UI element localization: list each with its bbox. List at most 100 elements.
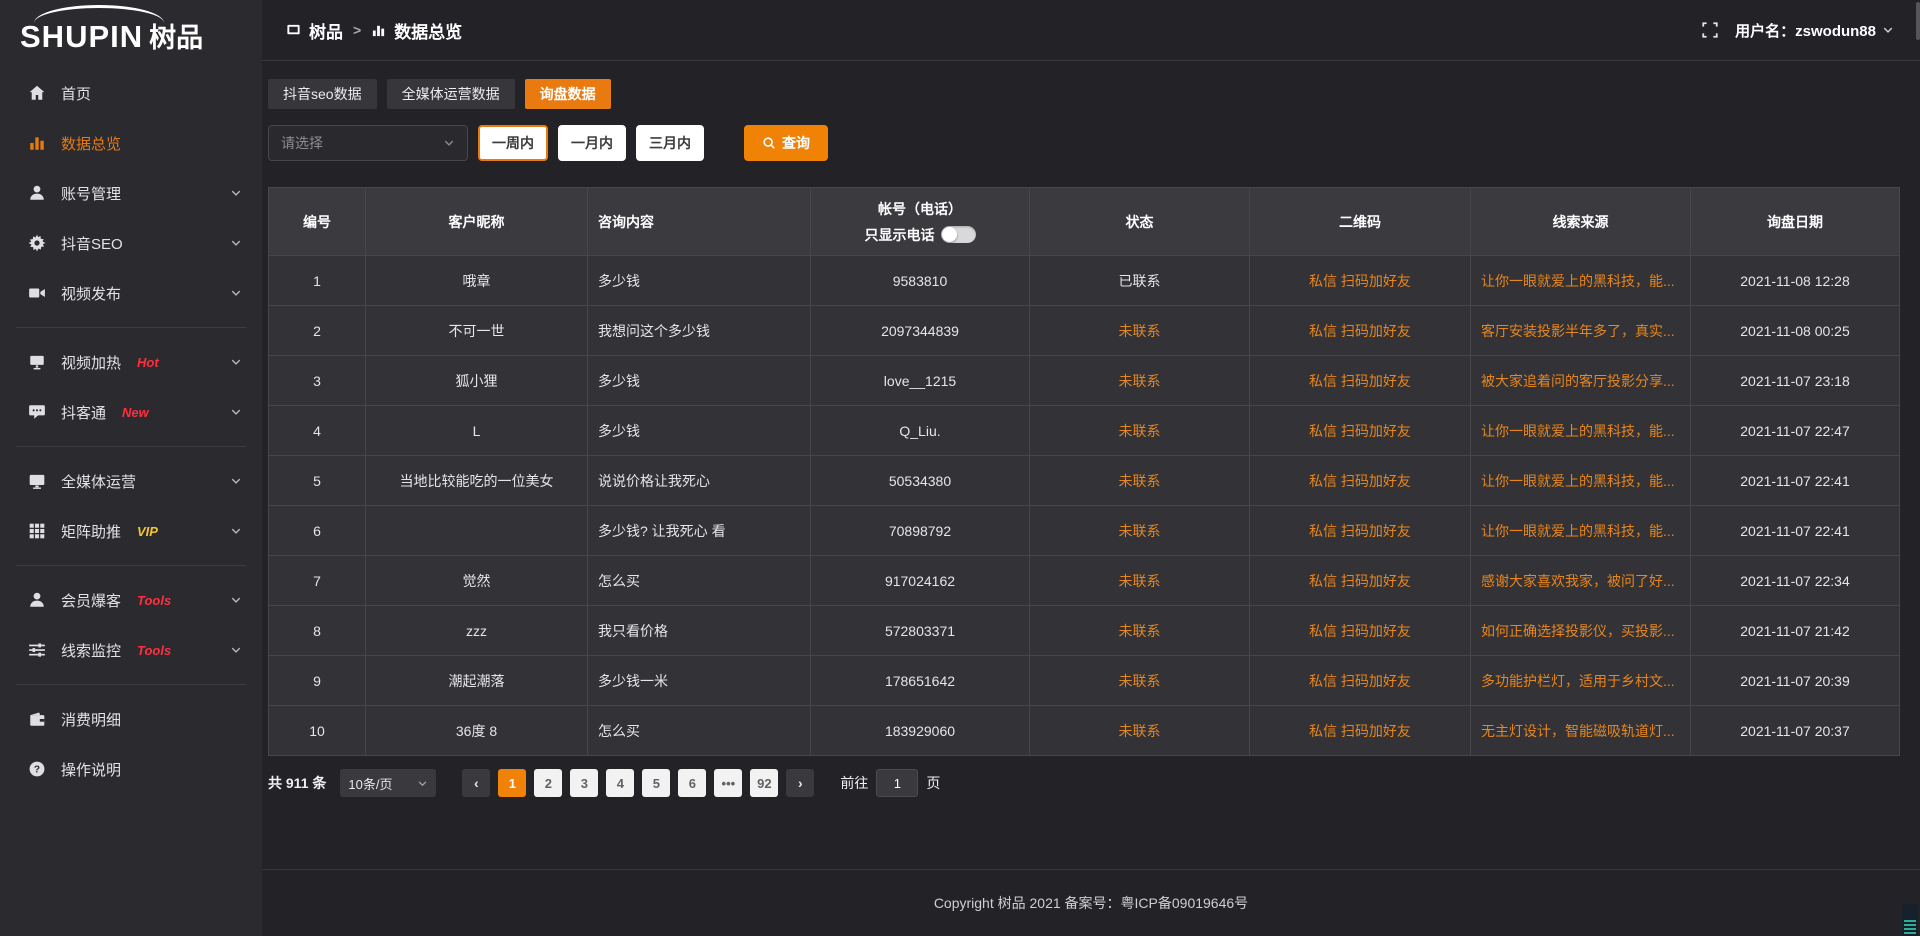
table-row: 6多少钱? 让我死心 看70898792未联系私信 扫码加好友让你一眼就爱上的黑…: [269, 506, 1900, 556]
cell-qrcode-links[interactable]: 私信 扫码加好友: [1250, 556, 1471, 606]
svg-text:?: ?: [34, 765, 40, 776]
cell-source-link[interactable]: 如何正确选择投影仪，买投影...: [1471, 606, 1691, 656]
cell-qrcode-links[interactable]: 私信 扫码加好友: [1250, 306, 1471, 356]
cell-qrcode-links[interactable]: 私信 扫码加好友: [1250, 606, 1471, 656]
cell-account: 2097344839: [811, 306, 1030, 356]
sidebar-item-矩阵助推[interactable]: 矩阵助推VIP: [0, 506, 262, 556]
chevron-down-icon: [417, 778, 428, 789]
cell-id: 3: [269, 356, 366, 406]
range-button-一周内[interactable]: 一周内: [478, 125, 548, 161]
logo-arc-decoration: [34, 5, 164, 23]
filter-select[interactable]: 请选择: [268, 125, 468, 161]
cell-qrcode-links[interactable]: 私信 扫码加好友: [1250, 456, 1471, 506]
sidebar-item-线索监控[interactable]: 线索监控Tools: [0, 625, 262, 675]
chevron-down-icon: [230, 475, 242, 487]
cell-source-link[interactable]: 被大家追着问的客厅投影分享...: [1471, 356, 1691, 406]
cell-qrcode-links[interactable]: 私信 扫码加好友: [1250, 706, 1471, 756]
sidebar-item-label: 消费明细: [61, 709, 121, 730]
sidebar-badge: Tools: [137, 593, 171, 608]
cell-date: 2021-11-07 20:37: [1691, 706, 1900, 756]
page-button-3[interactable]: 3: [570, 769, 598, 797]
scrollbar-thumb[interactable]: [1916, 2, 1920, 40]
page-button-92[interactable]: 92: [750, 769, 778, 797]
sidebar-item-全媒体运营[interactable]: 全媒体运营: [0, 456, 262, 506]
sidebar-item-会员爆客[interactable]: 会员爆客 Tools: [0, 575, 262, 625]
cell-content: 多少钱一米: [588, 656, 811, 706]
search-button[interactable]: 查询: [744, 125, 828, 161]
page-ellipsis-button[interactable]: •••: [714, 769, 742, 797]
chevron-down-icon: [230, 644, 242, 656]
page-button-5[interactable]: 5: [642, 769, 670, 797]
col-header-source: 线索来源: [1471, 188, 1691, 256]
search-button-label: 查询: [782, 133, 810, 153]
cell-status: 未联系: [1030, 406, 1250, 456]
page-button-2[interactable]: 2: [534, 769, 562, 797]
sidebar-item-label: 抖客通: [61, 402, 106, 423]
cell-qrcode-links[interactable]: 私信 扫码加好友: [1250, 656, 1471, 706]
breadcrumb-item-home[interactable]: 树品: [309, 18, 343, 43]
sidebar-badge: New: [122, 405, 149, 420]
sidebar-item-首页[interactable]: 首页: [0, 68, 262, 118]
chevron-down-icon: [230, 356, 242, 368]
phone-only-label: 只显示电话: [865, 225, 935, 245]
cell-source-link[interactable]: 让你一眼就爱上的黑科技，能...: [1471, 506, 1691, 556]
floating-widget[interactable]: [1902, 904, 1918, 936]
cell-source-link[interactable]: 多功能护栏灯，适用于乡村文...: [1471, 656, 1691, 706]
sidebar-item-数据总览[interactable]: 数据总览: [0, 118, 262, 168]
cell-source-link[interactable]: 让你一眼就爱上的黑科技，能...: [1471, 406, 1691, 456]
table-body: 1哦章多少钱9583810已联系私信 扫码加好友让你一眼就爱上的黑科技，能...…: [269, 256, 1900, 756]
copyright-text: Copyright 树品 2021 备案号：粤ICP备09019646号: [934, 893, 1248, 913]
tab-抖音seo数据[interactable]: 抖音seo数据: [268, 79, 377, 109]
user-menu[interactable]: 用户名：zswodun88: [1735, 20, 1894, 41]
tab-询盘数据[interactable]: 询盘数据: [525, 79, 611, 109]
cell-account: 572803371: [811, 606, 1030, 656]
cell-date: 2021-11-07 23:18: [1691, 356, 1900, 406]
cell-qrcode-links[interactable]: 私信 扫码加好友: [1250, 406, 1471, 456]
cell-source-link[interactable]: 让你一眼就爱上的黑科技，能...: [1471, 456, 1691, 506]
page-size-select[interactable]: 10条/页: [340, 769, 436, 797]
cell-content: 怎么买: [588, 556, 811, 606]
cell-source-link[interactable]: 无主灯设计，智能磁吸轨道灯...: [1471, 706, 1691, 756]
cell-qrcode-links[interactable]: 私信 扫码加好友: [1250, 256, 1471, 306]
goto-page-input[interactable]: [876, 769, 918, 797]
sidebar-item-抖客通[interactable]: 抖客通 New: [0, 387, 262, 437]
sidebar-item-账号管理[interactable]: 账号管理: [0, 168, 262, 218]
chat-icon: [28, 403, 46, 421]
cell-source-link[interactable]: 客厅安装投影半年多了，真实...: [1471, 306, 1691, 356]
range-button-一月内[interactable]: 一月内: [558, 125, 626, 161]
cell-id: 10: [269, 706, 366, 756]
cell-date: 2021-11-08 00:25: [1691, 306, 1900, 356]
prev-page-button[interactable]: ‹: [462, 769, 490, 797]
sidebar-item-视频发布[interactable]: 视频发布: [0, 268, 262, 318]
question-icon: ?: [28, 760, 46, 778]
next-page-button[interactable]: ›: [786, 769, 814, 797]
sidebar-item-label: 视频发布: [61, 283, 121, 304]
cell-content: 说说价格让我死心: [588, 456, 811, 506]
col-header-id: 编号: [269, 188, 366, 256]
phone-only-toggle[interactable]: [941, 226, 976, 243]
screen-icon: [28, 353, 46, 371]
cell-id: 1: [269, 256, 366, 306]
cell-qrcode-links[interactable]: 私信 扫码加好友: [1250, 356, 1471, 406]
cell-source-link[interactable]: 让你一眼就爱上的黑科技，能...: [1471, 256, 1691, 306]
cell-id: 2: [269, 306, 366, 356]
sidebar-item-消费明细[interactable]: 消费明细: [0, 694, 262, 744]
page-button-1[interactable]: 1: [498, 769, 526, 797]
sidebar-item-抖音SEO[interactable]: 抖音SEO: [0, 218, 262, 268]
cell-id: 4: [269, 406, 366, 456]
wallet-icon: [28, 710, 46, 728]
tab-全媒体运营数据[interactable]: 全媒体运营数据: [387, 79, 515, 109]
sidebar-item-label: 会员爆客: [61, 590, 121, 611]
search-icon: [762, 136, 776, 150]
sidebar-item-操作说明[interactable]: ?操作说明: [0, 744, 262, 794]
cell-qrcode-links[interactable]: 私信 扫码加好友: [1250, 506, 1471, 556]
sidebar-item-视频加热[interactable]: 视频加热Hot: [0, 337, 262, 387]
cell-source-link[interactable]: 感谢大家喜欢我家，被问了好...: [1471, 556, 1691, 606]
cell-nickname: L: [366, 406, 588, 456]
range-button-三月内[interactable]: 三月内: [636, 125, 704, 161]
fullscreen-icon[interactable]: [1701, 21, 1719, 39]
page-button-6[interactable]: 6: [678, 769, 706, 797]
sidebar: SHUPIN 树品 首页数据总览账号管理抖音SEO视频发布视频加热Hot抖客通N…: [0, 0, 262, 936]
page-button-4[interactable]: 4: [606, 769, 634, 797]
filter-bar: 请选择 一周内一月内三月内 查询: [268, 125, 1896, 161]
